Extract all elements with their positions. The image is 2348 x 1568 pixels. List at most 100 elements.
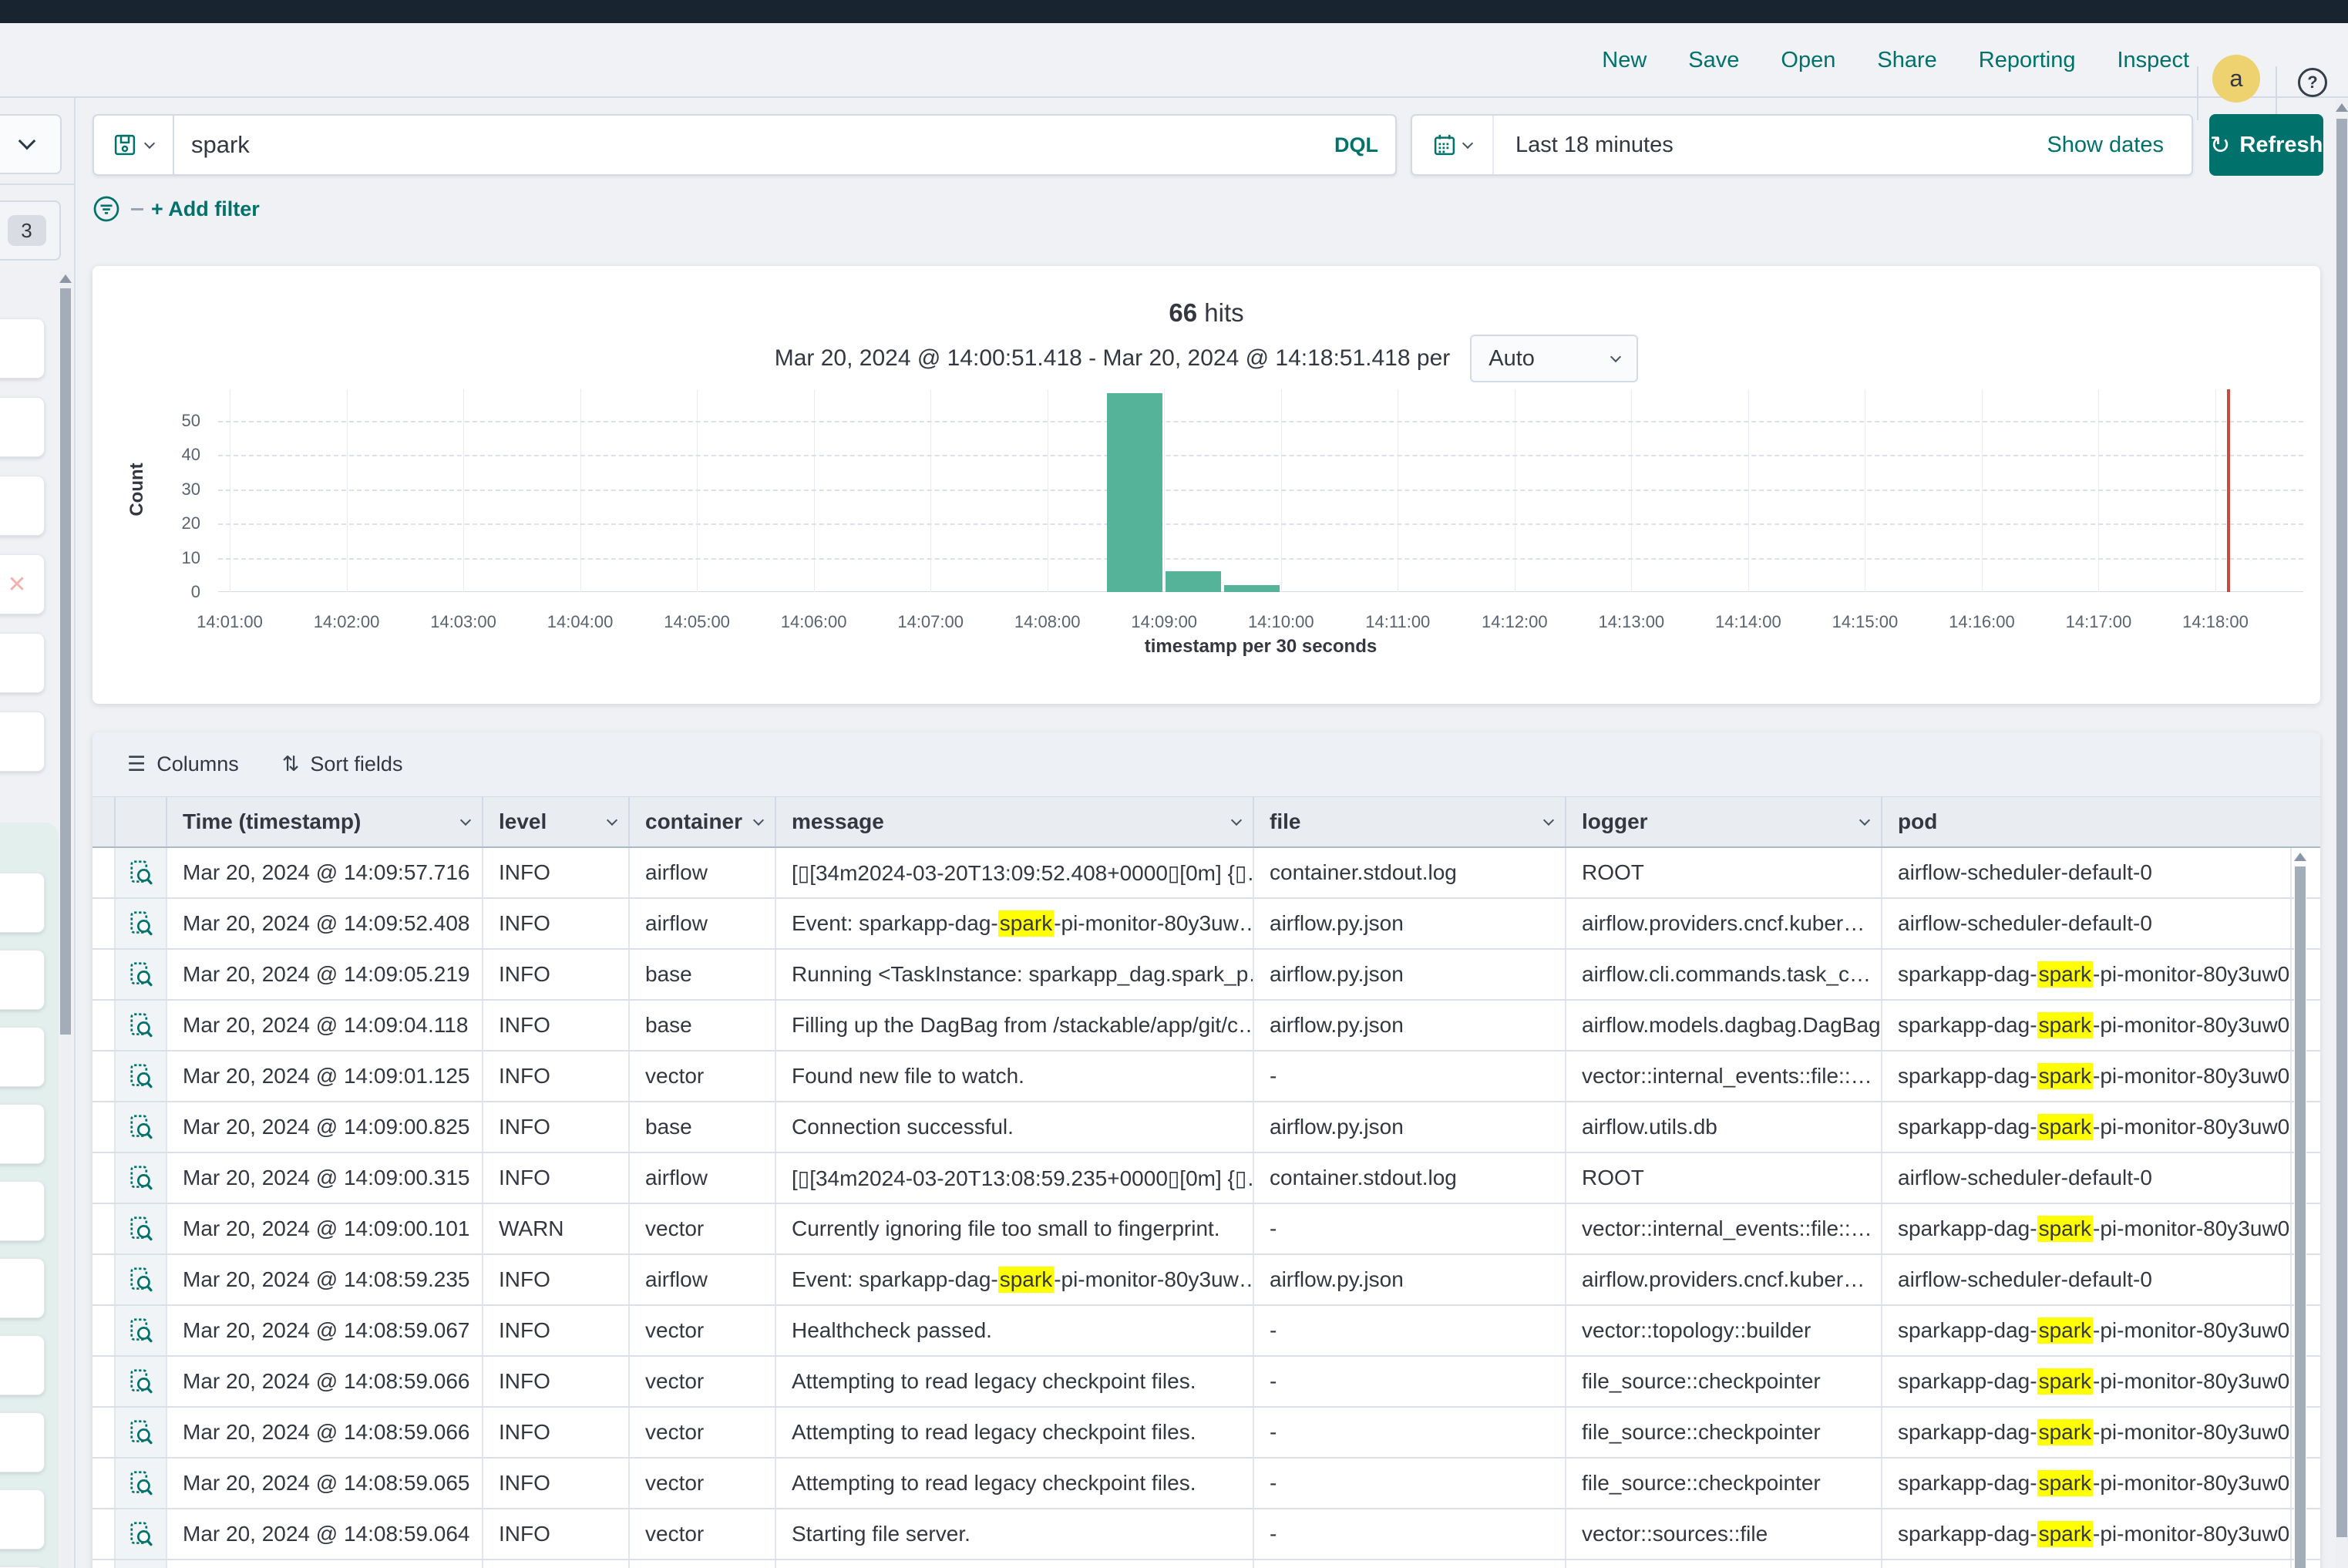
cell-level: INFO (482, 1255, 628, 1304)
column-header-pod[interactable]: pod (1881, 797, 2292, 846)
field-list-item[interactable] (0, 633, 45, 693)
page-scrollbar-thumb[interactable] (2336, 119, 2347, 1537)
sidebar-scrollbar-thumb[interactable] (60, 288, 71, 1035)
cell-logger: vector::internal_events::file::… (1565, 1052, 1881, 1101)
interval-select[interactable]: Auto (1470, 335, 1638, 382)
top-nav-item-reporting[interactable]: Reporting (1979, 48, 2076, 73)
cell-time: Mar 20, 2024 @ 14:08:59.064 (166, 1509, 482, 1559)
expand-document-icon[interactable] (130, 1114, 153, 1140)
field-list-item[interactable] (0, 1104, 45, 1164)
query-input[interactable]: spark (174, 131, 1334, 159)
expand-document-icon[interactable] (130, 1063, 153, 1089)
cell-level: INFO (482, 848, 628, 897)
header-divider (2197, 66, 2198, 120)
expand-document-icon[interactable] (130, 1012, 153, 1038)
chevron-down-icon[interactable] (1543, 814, 1554, 825)
cell-icon (114, 1408, 166, 1457)
column-header-container[interactable]: container (628, 797, 775, 846)
x-tick-label: 14:14:00 (1698, 612, 1798, 632)
chevron-down-icon[interactable] (753, 814, 764, 825)
expand-document-icon[interactable] (130, 1165, 153, 1191)
cell-container: airflow (628, 1255, 775, 1304)
field-list-item[interactable] (0, 873, 45, 933)
field-list-item[interactable] (0, 950, 45, 1010)
y-tick-label: 10 (145, 548, 200, 568)
expand-document-icon[interactable] (130, 1317, 153, 1344)
y-tick-label: 40 (145, 445, 200, 465)
cell-pod (1881, 1560, 2292, 1568)
field-list-item[interactable] (0, 1489, 45, 1549)
time-range-value[interactable]: Last 18 minutes (1494, 133, 2047, 158)
cell-level: INFO (482, 1357, 628, 1406)
expand-document-icon[interactable] (130, 1419, 153, 1445)
save-icon (113, 133, 136, 156)
field-list-item[interactable] (0, 712, 45, 772)
dql-syntax-button[interactable]: DQL (1334, 133, 1395, 157)
expand-document-icon[interactable] (130, 1521, 153, 1547)
top-nav-item-open[interactable]: Open (1781, 48, 1835, 73)
cell-logger: vector::sources::file (1565, 1509, 1881, 1559)
x-tick-label: 14:07:00 (880, 612, 981, 632)
page-scrollbar[interactable] (2336, 99, 2348, 1568)
sidebar-scrollbar[interactable] (60, 271, 71, 1568)
avatar[interactable]: a (2212, 55, 2260, 103)
cell-level: INFO (482, 1001, 628, 1050)
show-dates-button[interactable]: Show dates (2047, 133, 2192, 158)
filter-icon[interactable] (93, 195, 120, 223)
cell-level: INFO (482, 1459, 628, 1508)
expand-document-icon[interactable] (130, 961, 153, 988)
field-list-item[interactable]: ✕ (0, 554, 45, 614)
date-quick-select-button[interactable] (1412, 116, 1494, 174)
column-header-file[interactable]: file (1253, 797, 1565, 846)
column-header-expand (114, 797, 166, 846)
column-header-level[interactable]: level (482, 797, 628, 846)
column-header-time[interactable]: Time (timestamp) (166, 797, 482, 846)
remove-field-icon[interactable]: ✕ (7, 571, 26, 598)
table-scrollbar-thumb[interactable] (2295, 866, 2306, 1568)
histogram-plot-area (218, 389, 2303, 592)
x-tick-label: 14:15:00 (1815, 612, 1915, 632)
cell-icon (114, 1459, 166, 1508)
field-list-item[interactable] (0, 1181, 45, 1241)
sort-fields-button[interactable]: ⇅ Sort fields (282, 752, 403, 776)
app-header: NewSaveOpenShareReportingInspect a ? (0, 23, 2348, 98)
field-list-item[interactable] (0, 1258, 45, 1318)
expand-document-icon[interactable] (130, 1470, 153, 1496)
field-list-item[interactable] (0, 397, 45, 457)
add-filter-button[interactable]: + Add filter (151, 197, 260, 221)
columns-button[interactable]: ☰ Columns (127, 752, 239, 776)
field-list-item[interactable] (0, 1335, 45, 1395)
cell-message: Found new file to watch. (775, 1052, 1253, 1101)
expand-document-icon[interactable] (130, 1216, 153, 1242)
field-filter-box[interactable]: 3 (0, 200, 61, 261)
expand-document-icon[interactable] (130, 1267, 153, 1293)
chevron-down-icon[interactable] (1231, 814, 1242, 825)
refresh-button[interactable]: ↻ Refresh (2209, 114, 2323, 176)
field-list-item[interactable] (0, 1412, 45, 1472)
top-nav-item-share[interactable]: Share (1877, 48, 1936, 73)
top-nav-item-save[interactable]: Save (1688, 48, 1739, 73)
collapse-sidebar-button[interactable] (0, 114, 62, 174)
x-tick-label: 14:17:00 (2048, 612, 2148, 632)
help-icon[interactable]: ? (2298, 68, 2327, 97)
saved-query-menu-button[interactable] (94, 116, 174, 174)
column-header-message[interactable]: message (775, 797, 1253, 846)
search-highlight: spark (2037, 1521, 2093, 1547)
table-scrollbar[interactable] (2294, 850, 2306, 1568)
expand-document-icon[interactable] (130, 1368, 153, 1395)
chevron-down-icon[interactable] (1859, 814, 1870, 825)
field-list-item[interactable] (0, 318, 45, 379)
cell-time: Mar 20, 2024 @ 14:09:00.315 (166, 1153, 482, 1203)
chevron-down-icon[interactable] (607, 814, 617, 825)
chart-time-range-subtitle: Mar 20, 2024 @ 14:00:51.418 - Mar 20, 20… (775, 345, 1451, 372)
column-header-logger[interactable]: logger (1565, 797, 1881, 846)
top-nav-item-new[interactable]: New (1602, 48, 1647, 73)
columns-button-label: Columns (156, 752, 239, 776)
top-nav-item-inspect[interactable]: Inspect (2118, 48, 2190, 73)
expand-document-icon[interactable] (130, 910, 153, 937)
cell-icon (114, 1052, 166, 1101)
field-list-item[interactable] (0, 476, 45, 536)
expand-document-icon[interactable] (130, 860, 153, 886)
field-list-item[interactable] (0, 1027, 45, 1087)
chevron-down-icon[interactable] (460, 814, 471, 825)
